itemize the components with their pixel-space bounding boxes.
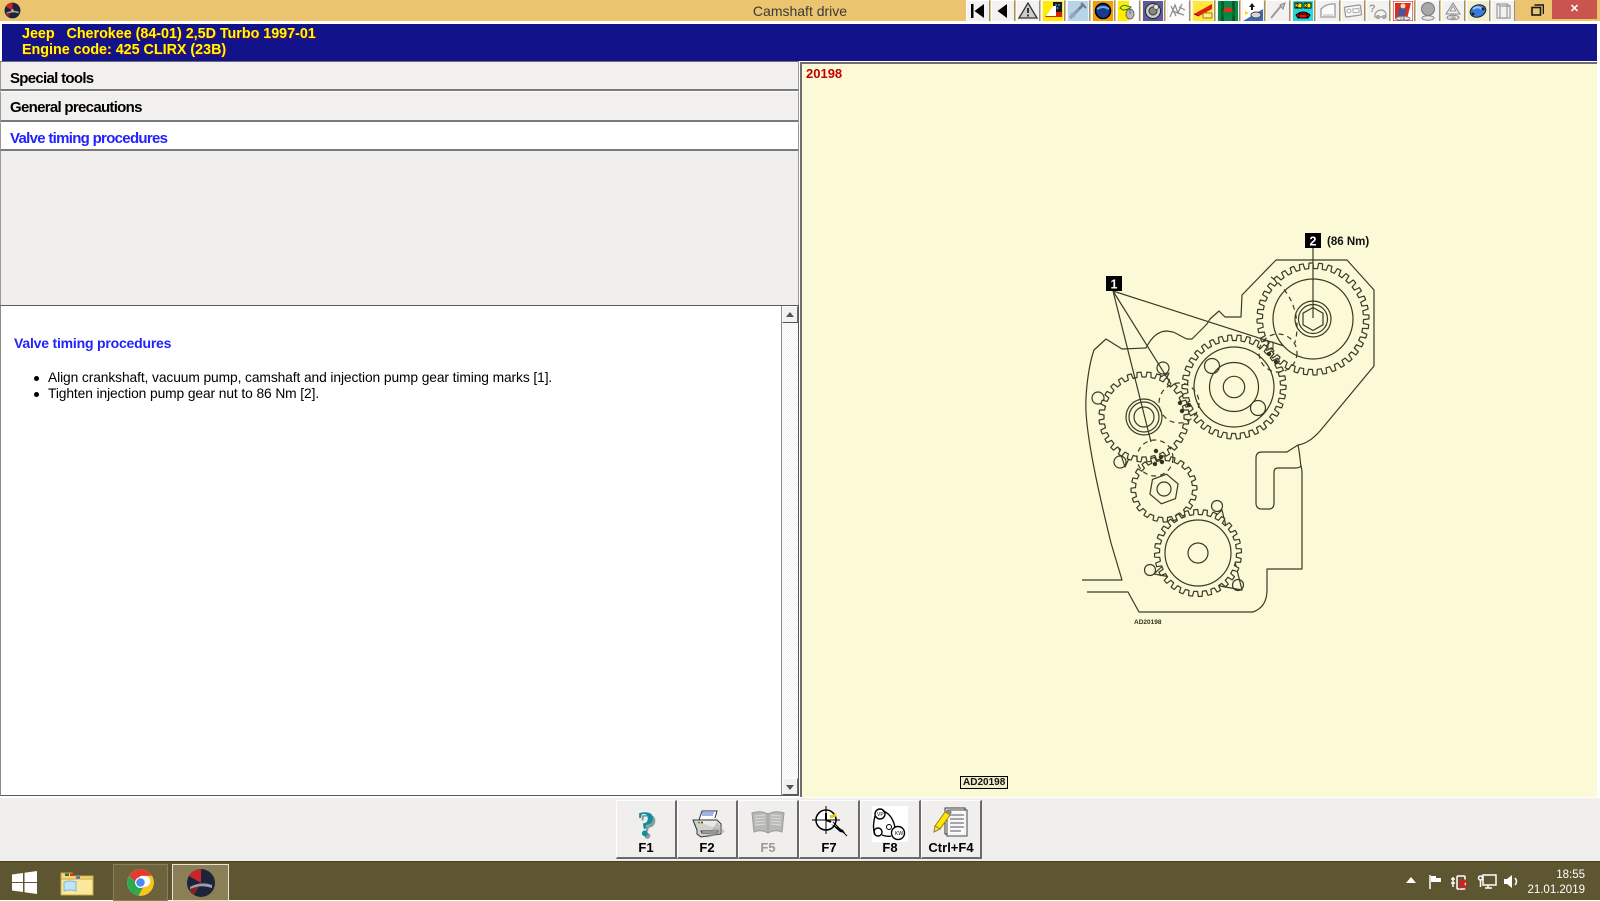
- svg-text:AD20198: AD20198: [1134, 619, 1162, 626]
- svg-text:(86 Nm): (86 Nm): [1327, 236, 1369, 248]
- svg-text:2: 2: [1310, 235, 1317, 249]
- svg-text:2: 2: [1296, 4, 1299, 10]
- svg-text:3: 3: [1305, 4, 1308, 10]
- svg-text:GB: GB: [1451, 16, 1457, 20]
- svg-text:KW: KW: [895, 831, 903, 837]
- svg-text:1: 1: [1111, 278, 1118, 292]
- svg-text:VP: VP: [877, 812, 884, 818]
